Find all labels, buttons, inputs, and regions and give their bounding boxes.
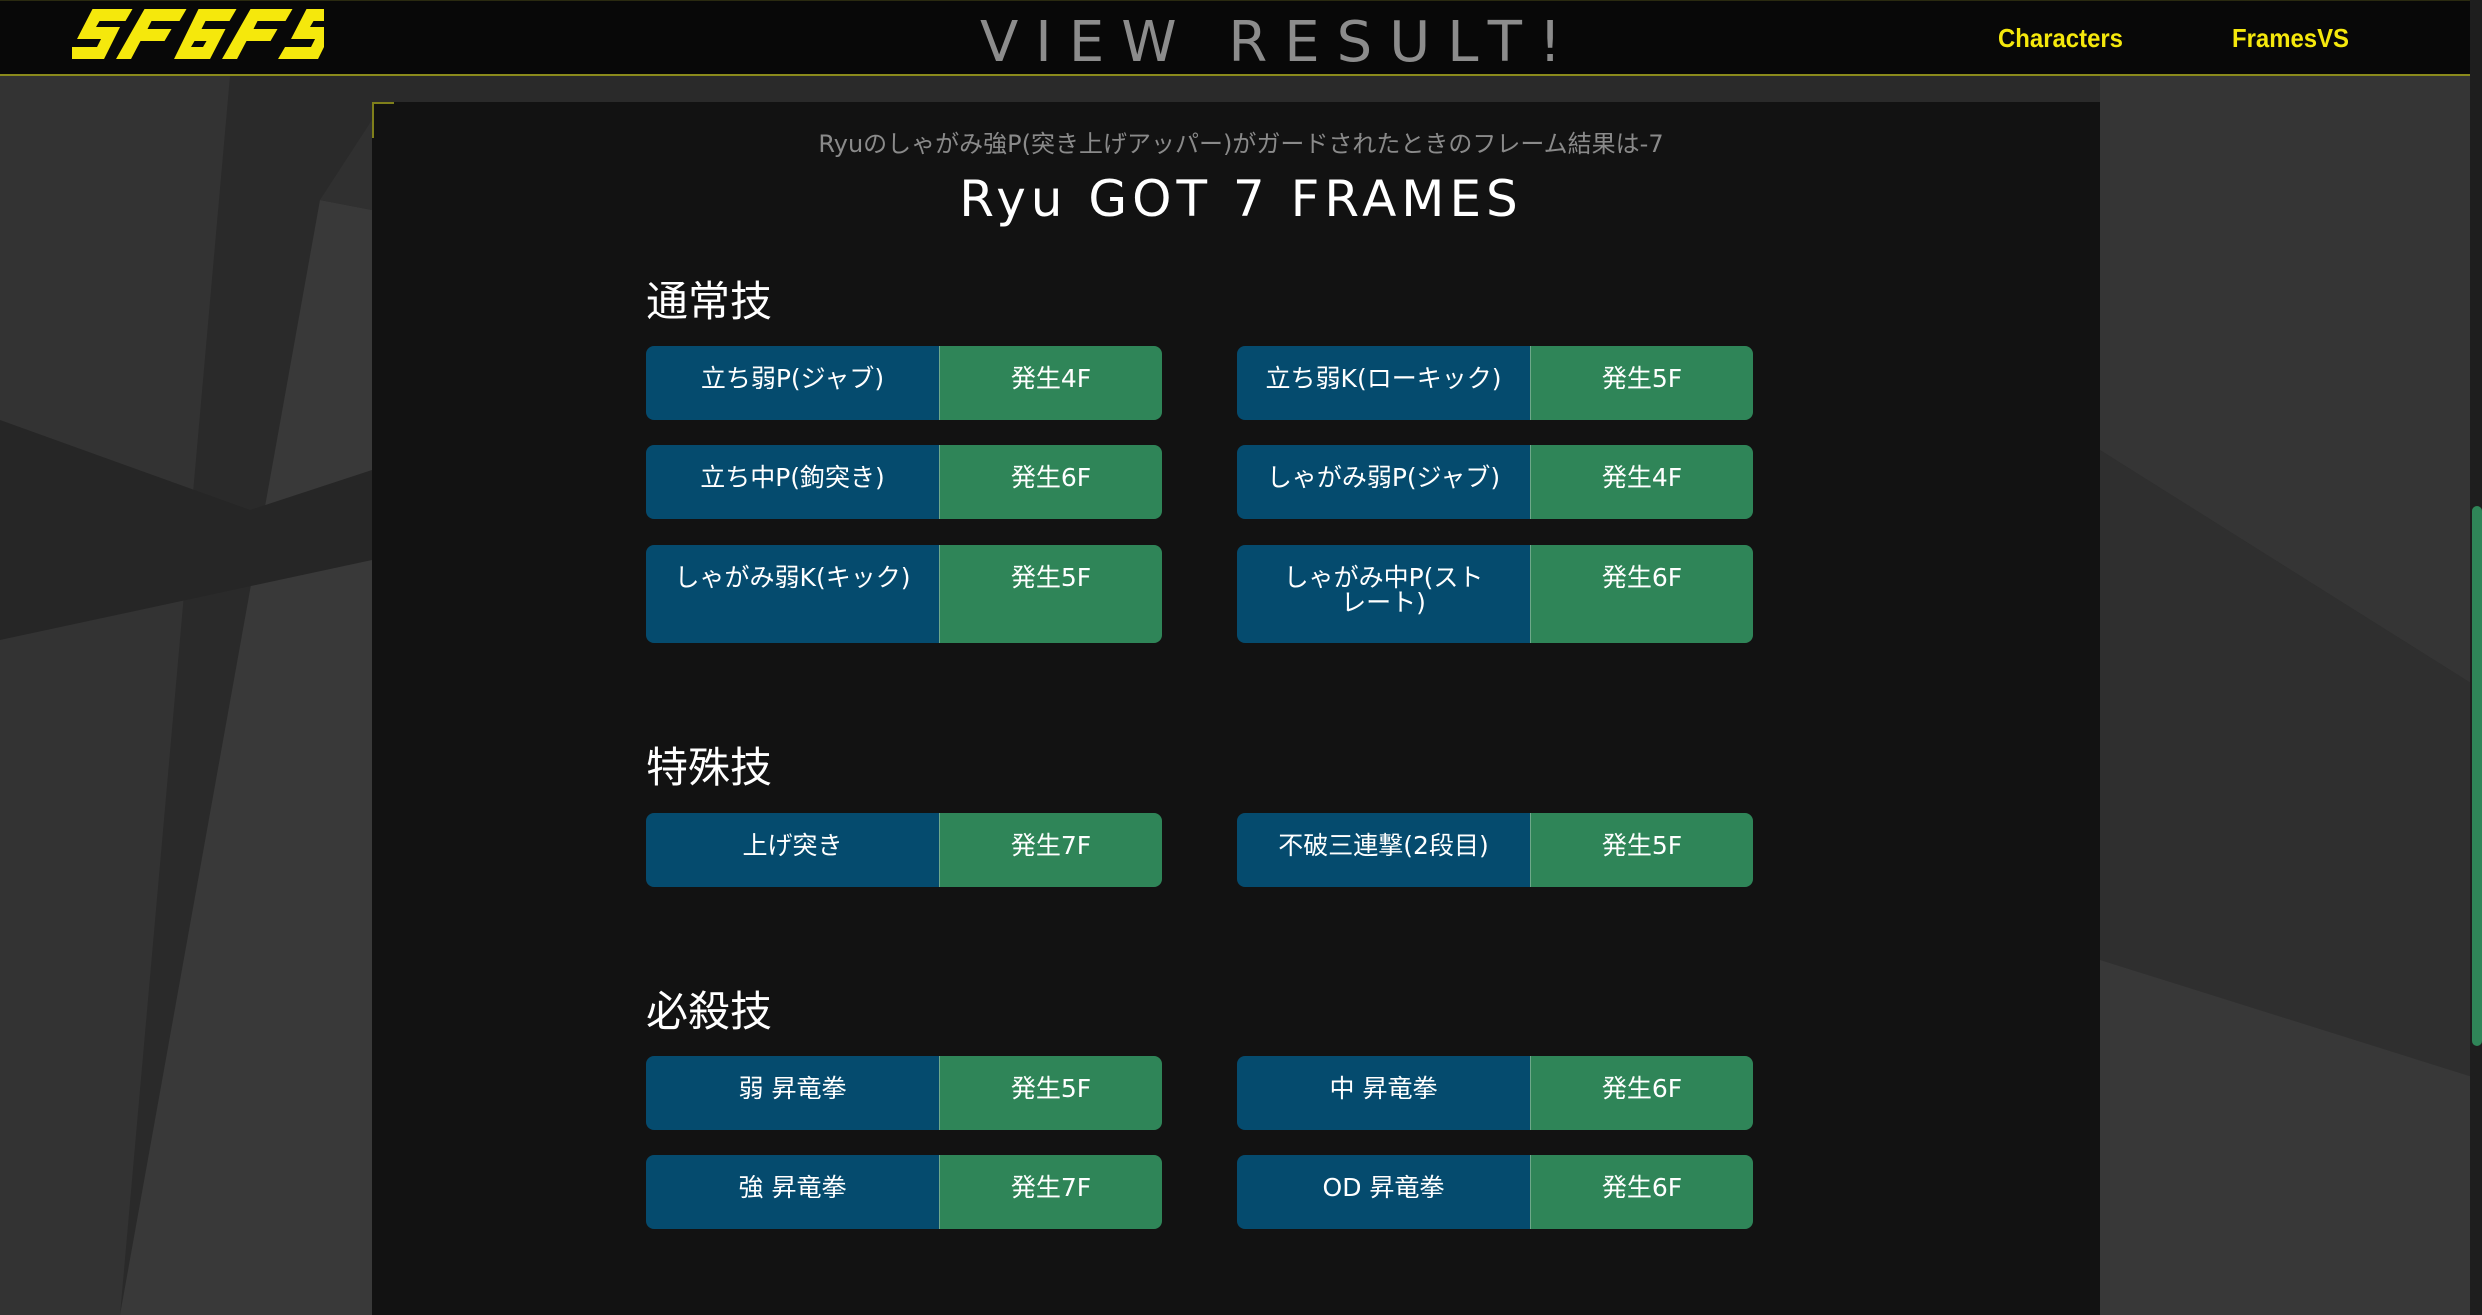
top-header: VIEW RESULT! Characters FramesVS <box>0 0 2482 76</box>
move-card[interactable]: しゃがみ弱P(ジャブ) 発生4F <box>1237 445 1753 519</box>
move-name: 立ち弱P(ジャブ) <box>646 346 940 420</box>
move-startup: 発生5F <box>940 1056 1162 1130</box>
move-startup: 発生7F <box>940 1155 1162 1229</box>
move-card[interactable]: 不破三連撃(2段目) 発生5F <box>1237 813 1753 887</box>
move-name: 立ち弱K(ローキック) <box>1237 346 1531 420</box>
move-startup: 発生4F <box>940 346 1162 420</box>
move-startup: 発生6F <box>1531 1155 1753 1229</box>
move-card[interactable]: 立ち弱P(ジャブ) 発生4F <box>646 346 1162 420</box>
move-card[interactable]: 弱 昇竜拳 発生5F <box>646 1056 1162 1130</box>
move-card[interactable]: 立ち中P(鉤突き) 発生6F <box>646 445 1162 519</box>
move-name: しゃがみ弱K(キック) <box>646 545 940 643</box>
move-card[interactable]: 立ち弱K(ローキック) 発生5F <box>1237 346 1753 420</box>
move-startup: 発生7F <box>940 813 1162 887</box>
result-title: Ryu GOT 7 FRAMES <box>959 170 1523 228</box>
move-startup: 発生5F <box>1531 813 1753 887</box>
move-startup: 発生6F <box>1531 545 1753 643</box>
move-card[interactable]: 強 昇竜拳 発生7F <box>646 1155 1162 1229</box>
move-startup: 発生5F <box>1531 346 1753 420</box>
move-card[interactable]: しゃがみ弱K(キック) 発生5F <box>646 545 1162 643</box>
move-startup: 発生4F <box>1531 445 1753 519</box>
move-startup: 発生6F <box>1531 1056 1753 1130</box>
move-name: OD 昇竜拳 <box>1237 1155 1531 1229</box>
result-description: Ryuのしゃがみ強P(突き上げアッパー)がガードされたときのフレーム結果は-7 <box>818 130 1664 158</box>
move-name: 強 昇竜拳 <box>646 1155 940 1229</box>
nav-framesvs-link[interactable]: FramesVS <box>2232 23 2349 54</box>
sf6fs-logo[interactable] <box>72 3 324 65</box>
section-title-normal-moves: 通常技 <box>646 277 773 326</box>
move-startup: 発生6F <box>940 445 1162 519</box>
move-card[interactable]: 上げ突き 発生7F <box>646 813 1162 887</box>
section-title-special-moves: 特殊技 <box>646 743 773 792</box>
move-name: しゃがみ中P(ストレート) <box>1237 545 1531 643</box>
move-name: 上げ突き <box>646 813 940 887</box>
page-heading: VIEW RESULT! <box>980 10 1579 75</box>
move-card[interactable]: OD 昇竜拳 発生6F <box>1237 1155 1753 1229</box>
move-name: 立ち中P(鉤突き) <box>646 445 940 519</box>
move-startup: 発生5F <box>940 545 1162 643</box>
nav-characters-link[interactable]: Characters <box>1998 23 2123 54</box>
scrollbar-thumb[interactable] <box>2472 506 2482 1046</box>
move-name: 弱 昇竜拳 <box>646 1056 940 1130</box>
move-name: しゃがみ弱P(ジャブ) <box>1237 445 1531 519</box>
move-name: 中 昇竜拳 <box>1237 1056 1531 1130</box>
result-panel <box>372 102 2100 1315</box>
move-name: 不破三連撃(2段目) <box>1237 813 1531 887</box>
section-title-super-special-moves: 必殺技 <box>646 987 773 1036</box>
move-card[interactable]: しゃがみ中P(ストレート) 発生6F <box>1237 545 1753 643</box>
move-card[interactable]: 中 昇竜拳 発生6F <box>1237 1056 1753 1130</box>
